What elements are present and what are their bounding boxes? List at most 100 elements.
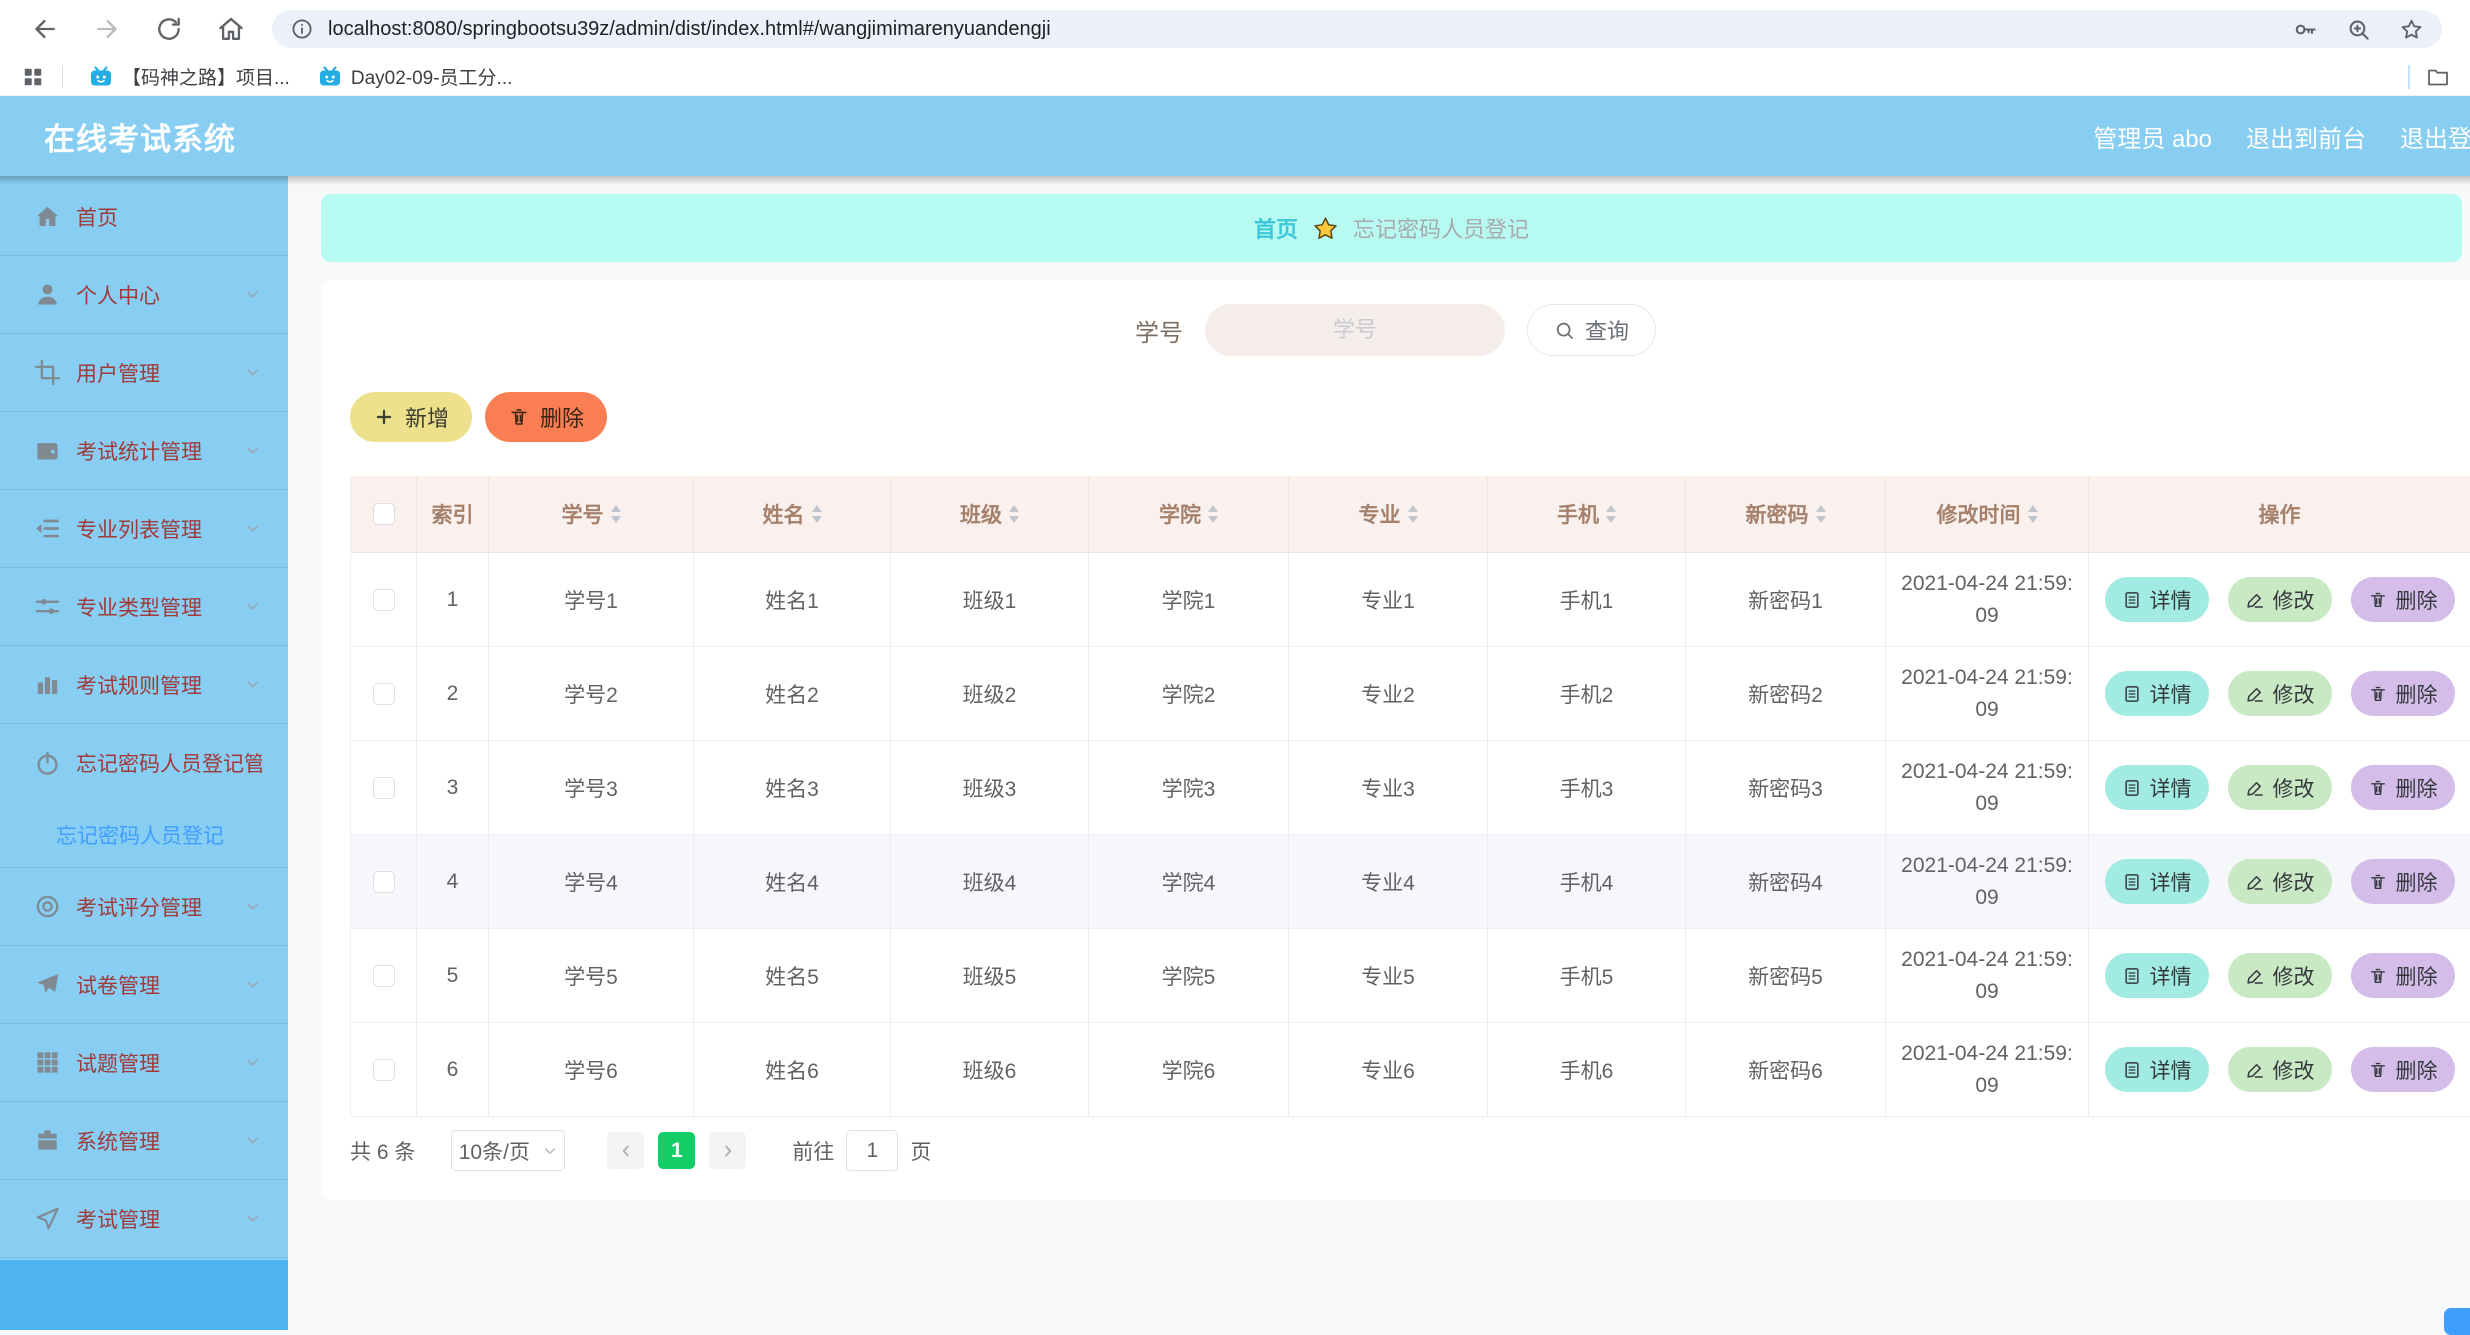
row-delete-button[interactable]: 删除: [2351, 1047, 2455, 1092]
row-detail-button[interactable]: 详情: [2105, 765, 2209, 810]
prev-page-button[interactable]: [607, 1132, 644, 1169]
back-icon[interactable]: [24, 8, 66, 50]
breadcrumb-home-link[interactable]: 首页: [1254, 212, 1298, 244]
sidebar-item[interactable]: 考试统计管理: [0, 412, 288, 490]
row-detail-button[interactable]: 详情: [2105, 953, 2209, 998]
bookmark-label: 【码神之路】项目...: [122, 63, 290, 90]
table-cell: 2021-04-24 21:59:09: [1886, 835, 2089, 929]
bookmark-item[interactable]: Day02-09-员工分...: [318, 63, 513, 90]
page-number-button[interactable]: 1: [658, 1132, 695, 1169]
back-to-top-button[interactable]: [2444, 1308, 2470, 1335]
row-checkbox[interactable]: [373, 589, 395, 611]
row-delete-button[interactable]: 删除: [2351, 953, 2455, 998]
reload-icon[interactable]: [148, 8, 190, 50]
row-delete-button[interactable]: 删除: [2351, 577, 2455, 622]
forward-icon[interactable]: [86, 8, 128, 50]
column-header[interactable]: 姓名: [694, 476, 891, 553]
row-edit-button[interactable]: 修改: [2228, 859, 2332, 904]
query-button[interactable]: 查询: [1527, 304, 1656, 356]
add-button[interactable]: 新增: [350, 392, 472, 442]
folder-icon[interactable]: [2426, 65, 2454, 89]
sidebar-item[interactable]: 系统管理: [0, 1102, 288, 1180]
column-header[interactable]: 学院: [1089, 476, 1289, 553]
row-edit-button[interactable]: 修改: [2228, 765, 2332, 810]
home-browser-icon[interactable]: [210, 8, 252, 50]
sort-carets-icon[interactable]: [2028, 505, 2038, 523]
row-edit-button[interactable]: 修改: [2228, 1047, 2332, 1092]
logout-link[interactable]: 退出登录: [2400, 119, 2470, 154]
bookmark-star-icon[interactable]: [2399, 17, 2424, 42]
row-edit-button[interactable]: 修改: [2228, 671, 2332, 716]
key-icon[interactable]: [2293, 17, 2318, 42]
row-delete-button[interactable]: 删除: [2351, 859, 2455, 904]
sort-carets-icon[interactable]: [611, 505, 621, 523]
briefcase-icon: [34, 1127, 61, 1154]
chevron-down-icon: [243, 285, 262, 304]
sidebar-item[interactable]: 考试规则管理: [0, 646, 288, 724]
sidebar-item[interactable]: 忘记密码人员登记管理: [0, 724, 288, 802]
sort-carets-icon[interactable]: [812, 505, 822, 523]
sort-carets-icon[interactable]: [1208, 505, 1218, 523]
exit-to-front-link[interactable]: 退出到前台: [2246, 119, 2366, 154]
delete-button[interactable]: 删除: [485, 392, 607, 442]
sidebar-item[interactable]: 考试管理: [0, 1180, 288, 1258]
sort-carets-icon[interactable]: [1408, 505, 1418, 523]
sidebar-subitem-active[interactable]: 忘记密码人员登记: [0, 802, 288, 868]
bookmark-item[interactable]: 【码神之路】项目...: [89, 63, 290, 90]
sort-carets-icon[interactable]: [1606, 505, 1616, 523]
sidebar-item-label: 考试评分管理: [76, 892, 243, 922]
column-header: 索引: [417, 476, 489, 553]
row-checkbox[interactable]: [373, 683, 395, 705]
row-detail-button[interactable]: 详情: [2105, 1047, 2209, 1092]
column-header[interactable]: 手机: [1488, 476, 1686, 553]
address-bar[interactable]: localhost:8080/springbootsu39z/admin/dis…: [272, 10, 2442, 48]
sidebar-item[interactable]: 首页: [0, 178, 288, 256]
column-header[interactable]: 专业: [1289, 476, 1488, 553]
table-row: 5学号5姓名5班级5学院5专业5手机5新密码52021-04-24 21:59:…: [350, 929, 2470, 1023]
row-edit-button[interactable]: 修改: [2228, 953, 2332, 998]
admin-user-label[interactable]: 管理员 abo: [2093, 119, 2212, 154]
row-detail-button[interactable]: 详情: [2105, 671, 2209, 716]
row-edit-button[interactable]: 修改: [2228, 577, 2332, 622]
zoom-in-icon[interactable]: [2346, 17, 2371, 42]
column-header[interactable]: 修改时间: [1886, 476, 2089, 553]
column-header[interactable]: 新密码: [1686, 476, 1886, 553]
sidebar-item[interactable]: 专业列表管理: [0, 490, 288, 568]
sidebar-item[interactable]: 个人中心: [0, 256, 288, 334]
search-input[interactable]: [1205, 304, 1505, 356]
sidebar-item[interactable]: 考试评分管理: [0, 868, 288, 946]
chevron-left-icon: [617, 1142, 635, 1160]
sidebar-item[interactable]: 用户管理: [0, 334, 288, 412]
row-checkbox[interactable]: [373, 871, 395, 893]
sidebar-item-label: 系统管理: [76, 1126, 243, 1156]
goto-page-input[interactable]: [846, 1130, 898, 1171]
column-header[interactable]: 班级: [891, 476, 1089, 553]
crop-icon: [34, 359, 61, 386]
row-delete-button[interactable]: 删除: [2351, 671, 2455, 716]
select-all-checkbox[interactable]: [373, 503, 395, 525]
chevron-down-icon: [243, 1131, 262, 1150]
row-checkbox[interactable]: [373, 1059, 395, 1081]
sidebar-item[interactable]: 试题管理: [0, 1024, 288, 1102]
row-delete-button[interactable]: 删除: [2351, 765, 2455, 810]
sort-carets-icon[interactable]: [1816, 505, 1826, 523]
sidebar-item[interactable]: 专业类型管理: [0, 568, 288, 646]
next-page-button[interactable]: [709, 1132, 746, 1169]
row-checkbox[interactable]: [373, 777, 395, 799]
sort-carets-icon[interactable]: [1009, 505, 1019, 523]
doc-icon: [2122, 590, 2142, 610]
trash-icon: [2368, 590, 2388, 610]
row-detail-button[interactable]: 详情: [2105, 577, 2209, 622]
sidebar-item[interactable]: 试卷管理: [0, 946, 288, 1024]
page-size-select[interactable]: 10条/页: [451, 1130, 565, 1171]
info-icon[interactable]: [290, 17, 314, 41]
row-detail-button[interactable]: 详情: [2105, 859, 2209, 904]
table-cell: 班级3: [891, 741, 1089, 835]
apps-grid-icon[interactable]: [22, 66, 44, 88]
url-text[interactable]: localhost:8080/springbootsu39z/admin/dis…: [328, 18, 2273, 41]
row-checkbox[interactable]: [373, 965, 395, 987]
column-header[interactable]: 学号: [489, 476, 694, 553]
table-cell: 姓名2: [694, 647, 891, 741]
app-header: 在线考试系统 管理员 abo 退出到前台 退出登录: [0, 96, 2470, 176]
doc-icon: [2122, 684, 2142, 704]
